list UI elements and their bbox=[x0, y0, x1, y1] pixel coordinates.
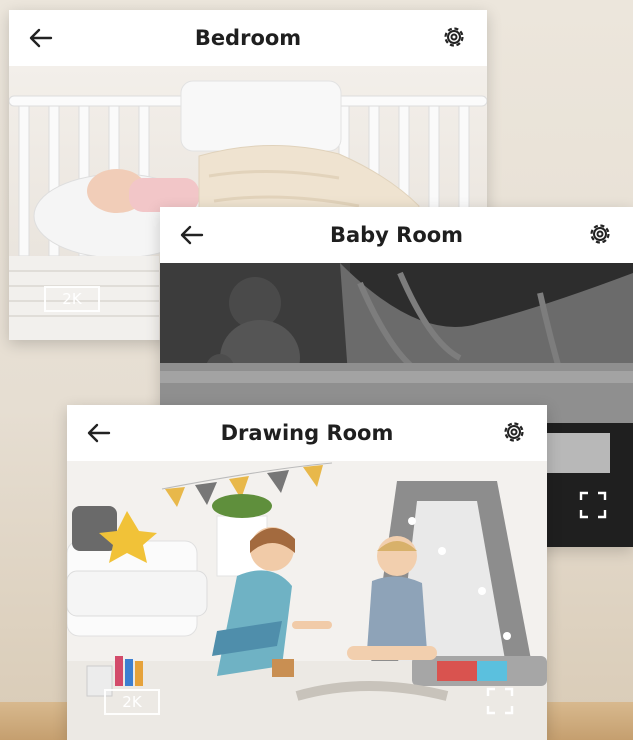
bedroom-title: Bedroom bbox=[194, 26, 302, 50]
fullscreen-icon[interactable] bbox=[485, 686, 515, 716]
back-arrow-icon[interactable] bbox=[27, 24, 55, 52]
drawing-room-resolution-badge: 2K bbox=[104, 689, 160, 715]
drawing-room-camera-feed[interactable]: 2K bbox=[67, 461, 547, 740]
back-arrow-icon[interactable] bbox=[85, 419, 113, 447]
fullscreen-icon[interactable] bbox=[578, 490, 608, 520]
gear-icon[interactable] bbox=[587, 221, 613, 247]
baby-room-title: Baby Room bbox=[329, 223, 464, 247]
back-arrow-icon[interactable] bbox=[178, 221, 206, 249]
gear-icon[interactable] bbox=[501, 419, 527, 445]
gear-icon[interactable] bbox=[441, 24, 467, 50]
drawing-room-camera-card[interactable]: 2K Drawing Room bbox=[67, 405, 547, 740]
drawing-room-title: Drawing Room bbox=[220, 421, 394, 445]
bedroom-resolution-badge: 2K bbox=[44, 286, 100, 312]
